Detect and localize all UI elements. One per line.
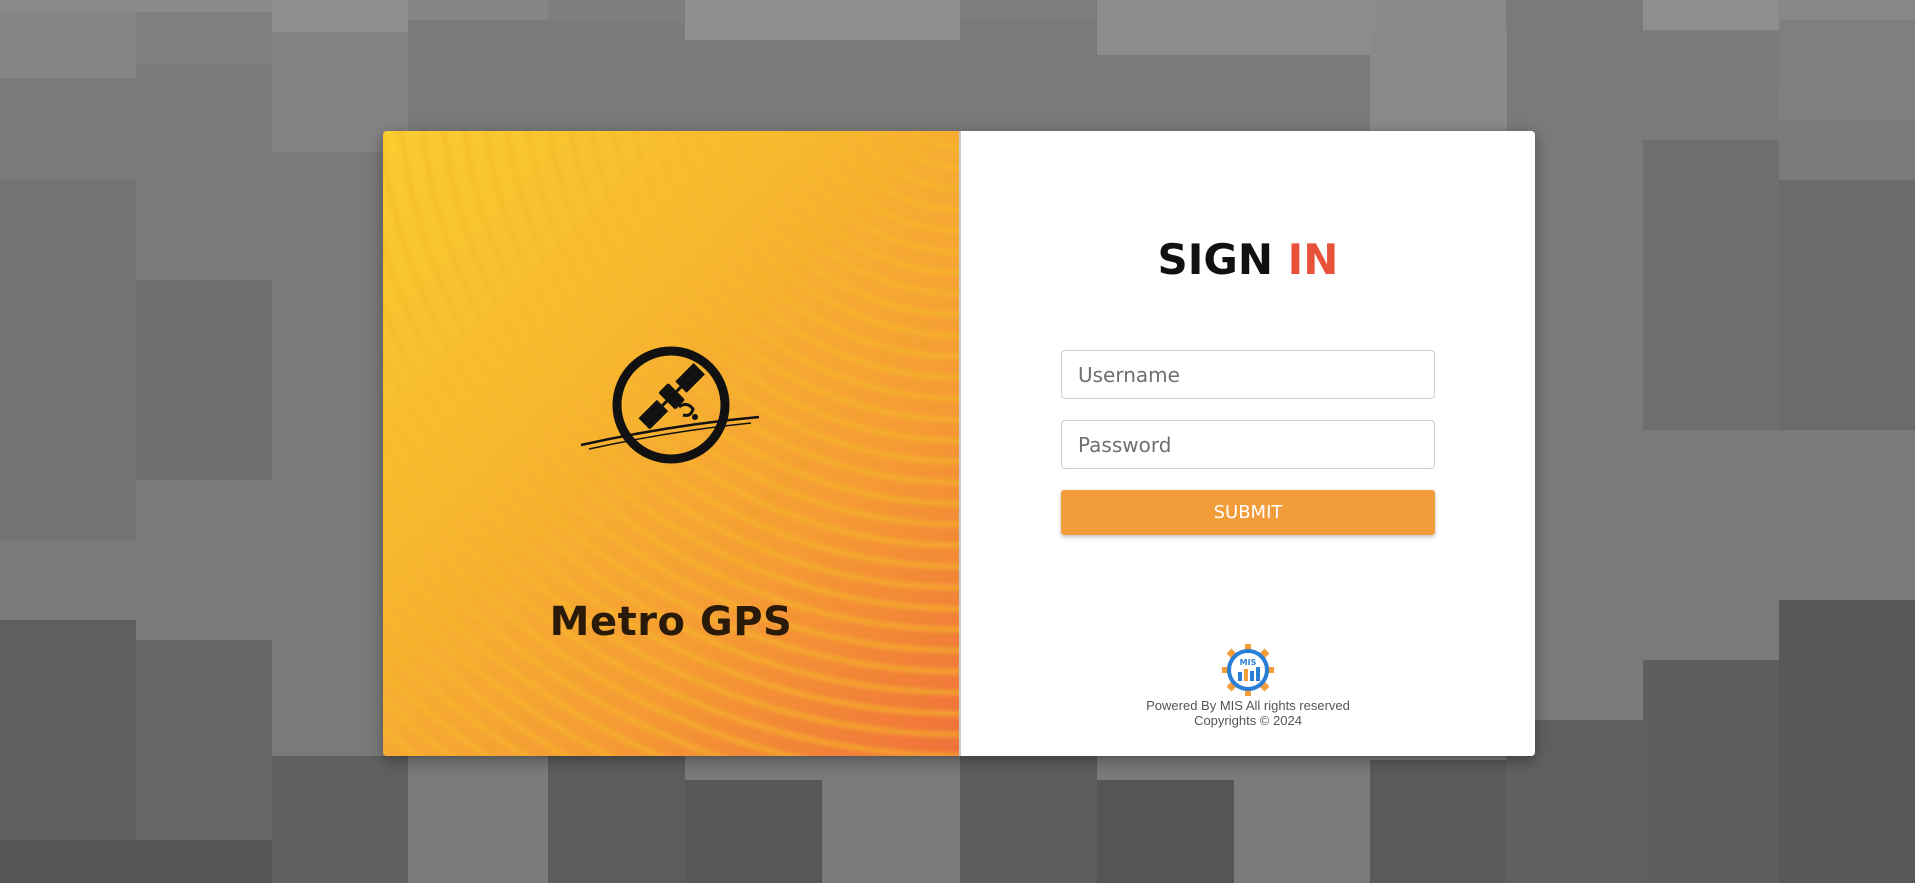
brand-name: Metro GPS: [549, 599, 793, 645]
signin-title: SIGN IN: [961, 235, 1535, 284]
satellite-icon: [580, 346, 760, 464]
footer: MIS Powered By MIS All rights reserved C…: [961, 642, 1535, 728]
submit-button[interactable]: SUBMIT: [1061, 490, 1435, 535]
brand-panel: Metro GPS: [383, 131, 959, 756]
signin-panel: SIGN IN SUBMIT MIS: [961, 131, 1535, 756]
mis-logo-icon: MIS: [1222, 644, 1274, 696]
copyright-text: Copyrights © 2024: [1194, 713, 1302, 728]
powered-by-text: Powered By MIS All rights reserved: [1146, 698, 1350, 713]
login-card: Metro GPS SIGN IN SUBMIT MI: [383, 131, 1535, 756]
signin-title-accent: IN: [1287, 235, 1339, 284]
mis-logo-text: MIS: [1240, 658, 1257, 667]
username-input[interactable]: [1061, 350, 1435, 399]
signin-title-main: SIGN: [1157, 235, 1274, 284]
password-input[interactable]: [1061, 420, 1435, 469]
brand: Metro GPS: [383, 345, 959, 645]
